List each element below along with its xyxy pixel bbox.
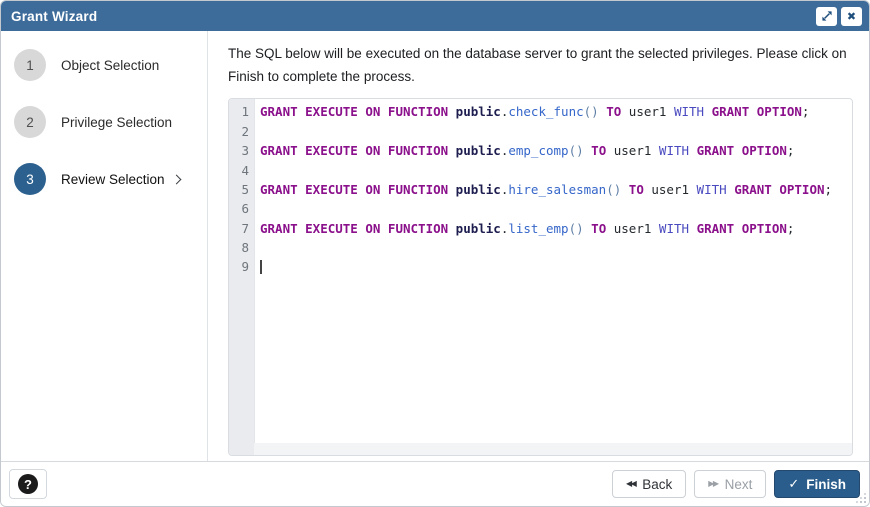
code-line[interactable]: 6 bbox=[229, 199, 852, 218]
instruction-text: The SQL below will be executed on the da… bbox=[228, 43, 851, 88]
finish-button[interactable]: ✓ Finish bbox=[774, 470, 860, 498]
code-line[interactable]: 3GRANT EXECUTE ON FUNCTION public.emp_co… bbox=[229, 141, 852, 160]
backward-icon: ◀◀ bbox=[626, 480, 635, 488]
code-line[interactable]: 9 bbox=[229, 257, 852, 276]
code-line[interactable]: 5GRANT EXECUTE ON FUNCTION public.hire_s… bbox=[229, 180, 852, 199]
maximize-button[interactable] bbox=[816, 7, 837, 26]
question-icon: ? bbox=[18, 474, 38, 494]
wizard-step-privilege-selection[interactable]: 2 Privilege Selection bbox=[1, 106, 207, 138]
line-number: 6 bbox=[229, 199, 254, 218]
chevron-right-icon bbox=[171, 174, 181, 184]
line-number: 1 bbox=[229, 102, 254, 121]
code-text bbox=[254, 161, 260, 180]
close-button[interactable]: ✖ bbox=[841, 7, 862, 26]
sql-editor[interactable]: 1GRANT EXECUTE ON FUNCTION public.check_… bbox=[228, 98, 853, 456]
text-cursor bbox=[260, 260, 262, 274]
next-button[interactable]: ▶▶ Next bbox=[694, 470, 766, 498]
sql-code-lines: 1GRANT EXECUTE ON FUNCTION public.check_… bbox=[229, 99, 852, 277]
code-text: GRANT EXECUTE ON FUNCTION public.emp_com… bbox=[254, 141, 794, 160]
wizard-steps-sidebar: 1 Object Selection 2 Privilege Selection 3 Re… bbox=[1, 31, 208, 461]
code-text bbox=[254, 238, 260, 257]
grant-wizard-dialog: Grant Wizard ✖ 1 Object Selection 2 Privile… bbox=[0, 0, 870, 507]
back-button-label: Back bbox=[642, 477, 672, 492]
line-number: 7 bbox=[229, 219, 254, 238]
review-selection-panel: The SQL below will be executed on the da… bbox=[208, 31, 869, 461]
step-label: Review Selection bbox=[61, 172, 165, 187]
code-text: GRANT EXECUTE ON FUNCTION public.list_em… bbox=[254, 219, 794, 238]
resize-grip[interactable] bbox=[856, 493, 866, 503]
code-line[interactable]: 8 bbox=[229, 238, 852, 257]
code-text: GRANT EXECUTE ON FUNCTION public.check_f… bbox=[254, 102, 809, 121]
close-icon: ✖ bbox=[847, 11, 856, 22]
line-number: 3 bbox=[229, 141, 254, 160]
finish-button-label: Finish bbox=[806, 477, 846, 492]
step-number-badge: 1 bbox=[14, 49, 46, 81]
line-number: 5 bbox=[229, 180, 254, 199]
horizontal-scrollbar[interactable] bbox=[254, 443, 852, 455]
wizard-step-object-selection[interactable]: 1 Object Selection bbox=[1, 49, 207, 81]
back-button[interactable]: ◀◀ Back bbox=[612, 470, 686, 498]
code-text bbox=[254, 257, 262, 276]
forward-icon: ▶▶ bbox=[708, 480, 717, 488]
code-text bbox=[254, 199, 260, 218]
dialog-body: 1 Object Selection 2 Privilege Selection 3 Re… bbox=[1, 31, 869, 461]
next-button-label: Next bbox=[725, 477, 753, 492]
dialog-footer: ? ◀◀ Back ▶▶ Next ✓ Finish bbox=[1, 461, 869, 506]
help-button[interactable]: ? bbox=[9, 469, 47, 499]
code-line[interactable]: 2 bbox=[229, 122, 852, 141]
line-number: 9 bbox=[229, 257, 254, 276]
code-text bbox=[254, 122, 260, 141]
code-line[interactable]: 4 bbox=[229, 161, 852, 180]
step-label: Object Selection bbox=[61, 58, 159, 73]
step-number-badge: 3 bbox=[14, 163, 46, 195]
wizard-step-review-selection[interactable]: 3 Review Selection bbox=[1, 163, 207, 195]
line-number: 4 bbox=[229, 161, 254, 180]
step-number-badge: 2 bbox=[14, 106, 46, 138]
code-text: GRANT EXECUTE ON FUNCTION public.hire_sa… bbox=[254, 180, 832, 199]
line-number: 8 bbox=[229, 238, 254, 257]
step-label: Privilege Selection bbox=[61, 115, 172, 130]
footer-actions: ◀◀ Back ▶▶ Next ✓ Finish bbox=[612, 470, 860, 498]
dialog-title: Grant Wizard bbox=[11, 9, 812, 24]
code-line[interactable]: 7GRANT EXECUTE ON FUNCTION public.list_e… bbox=[229, 219, 852, 238]
code-line[interactable]: 1GRANT EXECUTE ON FUNCTION public.check_… bbox=[229, 102, 852, 121]
expand-icon bbox=[821, 10, 833, 22]
check-icon: ✓ bbox=[788, 477, 799, 492]
dialog-titlebar[interactable]: Grant Wizard ✖ bbox=[1, 1, 869, 31]
line-number: 2 bbox=[229, 122, 254, 141]
